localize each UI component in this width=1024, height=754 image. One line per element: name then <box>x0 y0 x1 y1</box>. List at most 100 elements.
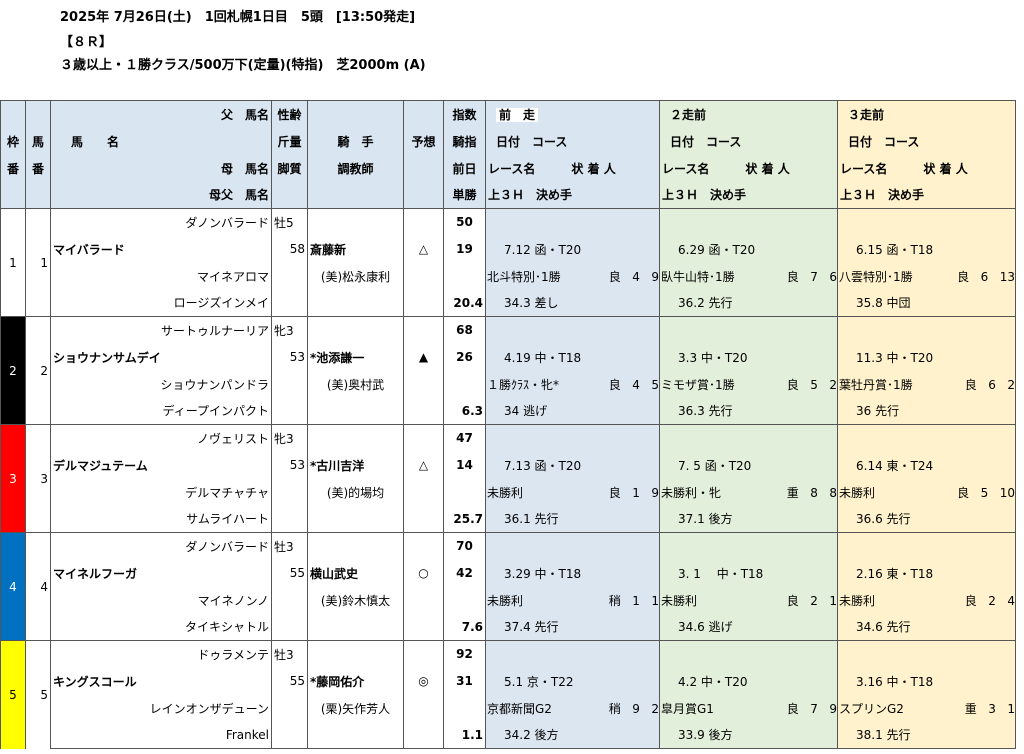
horse-number: 1 <box>25 208 51 317</box>
p2-last3f: 36.2 先行 <box>659 289 838 317</box>
index-value: 50 <box>443 208 486 236</box>
p1-popularity: 9 <box>651 485 659 500</box>
horse-number: 2 <box>25 316 51 425</box>
prev2-race-header: レース名 状 着 人 <box>659 154 838 182</box>
jockey-name[interactable]: *池添謙一 <box>307 343 404 371</box>
p3-popularity: 2 <box>1007 377 1015 392</box>
mother-father-name: ロージズインメイ <box>50 289 272 317</box>
p3-date-course: 6.14 東・T24 <box>837 451 1016 479</box>
p3-race-name: 未勝利 <box>839 593 876 608</box>
carried-weight: 53 <box>271 343 308 371</box>
waku-number: 5 <box>0 640 26 749</box>
jockey-name[interactable]: 斎藤新 <box>307 235 404 263</box>
p1-race-name: 京都新聞G2 <box>487 701 552 716</box>
jockey-name[interactable]: *古川吉洋 <box>307 451 404 479</box>
horse-name[interactable]: マイバラード <box>50 235 272 263</box>
mark-blank-3 <box>403 397 444 425</box>
horse-row-mother: マイネノンノ (美)鈴木慎太 未勝利稍 1 1 未勝利良 2 1 未勝利良 2 4 <box>1 586 1016 614</box>
mark-blank-2 <box>403 478 444 506</box>
p2-last3f: 33.9 後方 <box>659 721 838 749</box>
waku-number: 2 <box>0 316 26 425</box>
father-name: ドゥラメンテ <box>50 640 272 668</box>
uma-label: 馬 <box>25 127 51 155</box>
p2-date-course: 6.29 函・T20 <box>659 235 838 263</box>
p1-popularity: 9 <box>651 269 659 284</box>
horse-row-name: キングスコール 55 *藤岡佑介 ◎ 31 5.1 京・T22 4.2 中・T20… <box>1 667 1016 695</box>
p2-track-cond: 良 <box>786 593 799 608</box>
horse-row: 3 3 ノヴェリスト 牝3 47 <box>0 424 1016 533</box>
p1-last3f: 34 逃げ <box>485 397 660 425</box>
p1-race-line: 北斗特別･1勝 良 4 9 <box>485 262 660 290</box>
p1-finish-pos: 1 <box>632 593 640 608</box>
index-header: 指数 <box>443 100 486 128</box>
p2-track-cond: 良 <box>786 269 799 284</box>
sex-age: 牡5 <box>271 208 308 236</box>
p3-last3f-time: 36 <box>856 404 872 419</box>
p1-date-course: 3.29 中・T18 <box>485 559 660 587</box>
prev3-race-header: レース名 状 着 人 <box>837 154 1016 182</box>
race-table: 父 馬名 性齢 指数 前 走 ２走前 ３走前 枠 馬 馬 名 斤量 騎 手 予想… <box>0 100 1016 749</box>
jockey-blank <box>307 316 404 344</box>
p3-race-line: スプリンG2 重 3 1 <box>837 694 1016 722</box>
prev2-date-header: 日付 コース <box>659 127 838 155</box>
trainer-header: 調教師 <box>307 154 404 182</box>
jockey-blank <box>307 208 404 236</box>
p1-last3f: 37.4 先行 <box>485 613 660 641</box>
jockey-index: 26 <box>443 343 486 371</box>
horse-row-name: ショウナンサムデイ 53 *池添謙一 ▲ 26 4.19 中・T18 3.3 中・… <box>1 343 1016 371</box>
prev1-3f-header: 上３Ｈ 決め手 <box>485 181 660 209</box>
prediction-mark: △ <box>403 235 444 263</box>
jockey-name[interactable]: *藤岡佑介 <box>307 667 404 695</box>
p3-track-cond: 良 <box>957 485 970 500</box>
p1-track-cond: 稍 <box>608 593 621 608</box>
carried-weight: 55 <box>271 667 308 695</box>
prev3-header: ３走前 <box>837 100 1016 128</box>
trainer-name: (美)鈴木慎太 <box>307 586 404 614</box>
prev2-header: ２走前 <box>659 100 838 128</box>
father-header: 父 馬名 <box>50 100 272 128</box>
zenjitsu-blank <box>443 370 486 398</box>
p3-run-style: 中団 <box>886 296 911 311</box>
horse-name[interactable]: ショウナンサムデイ <box>50 343 272 371</box>
p2-run-style: 逃げ <box>708 620 733 635</box>
p2-run-style: 先行 <box>708 404 733 419</box>
jockey-header-bottom <box>307 181 404 209</box>
horse-row-mf: Frankel 1.1 34.2 後方 33.9 後方 38.1 先行 <box>1 721 1016 749</box>
horse-row-mf: タイキシャトル 7.6 37.4 先行 34.6 逃げ 34.6 先行 <box>1 613 1016 641</box>
p1-finish-pos: 1 <box>632 485 640 500</box>
p3-run-style: 先行 <box>886 512 911 527</box>
p1-race-line: １勝ｸﾗｽ・牝* 良 4 5 <box>485 370 660 398</box>
p2-race-name: 臥牛山特･1勝 <box>661 269 735 284</box>
p1-date-course: 7.12 函・T20 <box>485 235 660 263</box>
p3-last3f-time: 36.6 <box>856 512 883 527</box>
style-blank <box>271 613 308 641</box>
p2-finish-pos: 7 <box>810 269 818 284</box>
sex-age: 牡3 <box>271 532 308 560</box>
horse-row-mother: レインオンザデューン (栗)矢作芳人 京都新聞G2 稍 9 2 皐月賞G1 良 7 9… <box>1 694 1016 722</box>
p2-finish-pos: 8 <box>810 485 818 500</box>
p2-track-cond: 良 <box>786 377 799 392</box>
p3-finish-pos: 2 <box>988 593 996 608</box>
prev3-3f-header: 上３Ｈ 決め手 <box>837 181 1016 209</box>
p1-run-style: 先行 <box>534 512 559 527</box>
p1-track-cond: 良 <box>608 377 621 392</box>
p1-race-line: 京都新聞G2 稍 9 2 <box>485 694 660 722</box>
horse-name[interactable]: マイネルフーガ <box>50 559 272 587</box>
p3-track-cond: 良 <box>964 377 977 392</box>
mark-blank-2 <box>403 694 444 722</box>
p3-popularity: 1 <box>1007 701 1015 716</box>
p2-last3f: 37.1 後方 <box>659 505 838 533</box>
win-odds: 7.6 <box>443 613 486 641</box>
p3-date-course: 6.15 函・T18 <box>837 235 1016 263</box>
horse-row-mother: マイネアロマ (美)松永康利 北斗特別･1勝良 4 9 臥牛山特･1勝良 7 6八… <box>1 262 1016 290</box>
p2-run-style: 後方 <box>708 728 733 743</box>
index-value: 68 <box>443 316 486 344</box>
mark-blank <box>403 532 444 560</box>
p2-last3f-time: 36.2 <box>678 296 705 311</box>
jockey-name[interactable]: 横山武史 <box>307 559 404 587</box>
horse-name[interactable]: デルマジュテーム <box>50 451 272 479</box>
p2-last3f-time: 37.1 <box>678 512 705 527</box>
horse-row: 1 1 ダノンバラード 牡5 50 <box>0 208 1016 317</box>
horse-name[interactable]: キングスコール <box>50 667 272 695</box>
mother-name: ショウナンパンドラ <box>50 370 272 398</box>
